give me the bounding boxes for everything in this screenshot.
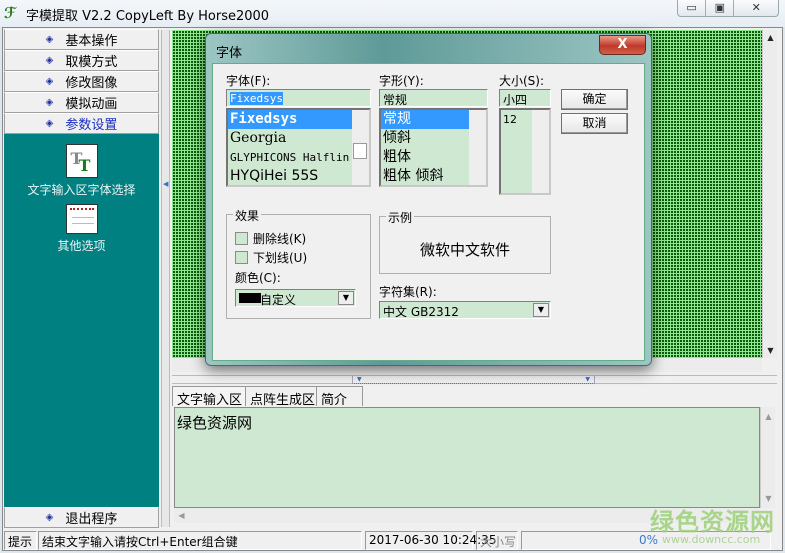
maximize-button[interactable]: ▣: [706, 0, 735, 16]
sidebar-item-label: 取模方式: [65, 55, 118, 70]
tab-dot-matrix[interactable]: 点阵生成区: [245, 386, 321, 408]
tab-text-input[interactable]: 文字输入区: [172, 386, 248, 408]
chevron-down-icon[interactable]: ▼: [338, 291, 354, 305]
dialog-title: 字体: [216, 46, 243, 61]
style-label: 字形(Y):: [379, 74, 424, 88]
canvas-vertical-scrollbar[interactable]: ▲ ▼: [762, 30, 777, 358]
diamond-icon: ◈: [45, 34, 54, 45]
app-icon: ℱ: [4, 4, 17, 22]
sample-group: 示例 微软中文软件: [379, 209, 551, 274]
window-title: 字模提取 V2.2 CopyLeft By Horse2000: [26, 9, 270, 24]
color-label: 颜色(C):: [235, 271, 281, 285]
status-caps: 大小写: [476, 531, 518, 550]
font-select-tool[interactable]: TT 文字输入区字体选择: [4, 144, 159, 198]
title-bar: ℱ 字模提取 V2.2 CopyLeft By Horse2000 ▭ ▣ ✕: [0, 0, 785, 27]
diamond-icon: ◈: [45, 55, 54, 66]
ok-button[interactable]: 确定: [561, 89, 628, 110]
tab-intro[interactable]: 简介: [316, 386, 363, 408]
diamond-icon: ◈: [45, 118, 54, 129]
font-input-value: Fixedsys: [230, 92, 283, 105]
text-input-area[interactable]: 绿色资源网: [174, 407, 760, 508]
status-hint-label: 提示: [4, 531, 37, 550]
sample-text: 微软中文软件: [419, 241, 510, 259]
charset-value: 中文 GB2312: [383, 305, 459, 319]
sidebar-item-label: 基本操作: [65, 34, 118, 49]
sidebar-item-settings[interactable]: ◈ 参数设置: [4, 113, 159, 134]
dialog-body: 字体(F): Fixedsys Fixedsys Georgia GLYPHIC…: [212, 63, 645, 361]
sidebar-item-label: 参数设置: [65, 118, 118, 133]
scroll-left-icon[interactable]: ◀: [174, 508, 189, 523]
sample-title: 示例: [386, 209, 415, 226]
vertical-splitter[interactable]: ◀: [161, 30, 170, 527]
text-vertical-scrollbar[interactable]: ▲ ▼: [760, 407, 775, 508]
chevron-down-icon[interactable]: ▼: [533, 303, 549, 317]
sidebar-item-animation[interactable]: ◈ 模拟动画: [4, 92, 159, 113]
splitter-handle[interactable]: ▼ ▼: [352, 376, 595, 384]
font-list[interactable]: Fixedsys Georgia GLYPHICONS Halflin HYQi…: [226, 108, 371, 187]
watermark-logo: 绿色资源网: [650, 508, 775, 536]
sidebar-item-edit-image[interactable]: ◈ 修改图像: [4, 71, 159, 92]
window-controls: ▭ ▣ ✕: [677, 0, 779, 17]
minimize-button[interactable]: ▭: [678, 0, 707, 16]
charset-select[interactable]: 中文 GB2312 ▼: [379, 301, 551, 319]
color-select[interactable]: 自定义 ▼: [235, 289, 356, 307]
horizontal-splitter[interactable]: ▼ ▼: [172, 375, 777, 384]
sidebar-item-label: 模拟动画: [65, 97, 118, 112]
effects-group: 效果 删除线(K) 下划线(U) 颜色(C): 自定义 ▼: [226, 207, 371, 319]
strikeout-label: 删除线(K): [253, 232, 307, 246]
strikeout-checkbox[interactable]: [235, 232, 248, 245]
charset-label: 字符集(R):: [379, 285, 437, 299]
settings-panel: TT 文字输入区字体选择 其他选项: [4, 134, 159, 507]
options-document-icon: [65, 204, 98, 234]
diamond-icon: ◈: [45, 76, 54, 87]
style-list[interactable]: 常规 倾斜 粗体 粗体 倾斜: [379, 108, 488, 187]
collapse-left-icon[interactable]: ◀: [163, 180, 168, 188]
color-value: 自定义: [260, 293, 297, 307]
size-label: 大小(S):: [499, 74, 545, 88]
cancel-button[interactable]: 取消: [561, 113, 628, 134]
diamond-icon: ◈: [45, 512, 54, 523]
dialog-close-button[interactable]: X: [599, 35, 646, 55]
sidebar-item-basic[interactable]: ◈ 基本操作: [4, 29, 159, 50]
sidebar-item-mode[interactable]: ◈ 取模方式: [4, 50, 159, 71]
scroll-up-icon[interactable]: ▲: [763, 30, 778, 45]
font-option[interactable]: HYQiHei 55S: [228, 167, 369, 185]
style-list-scrollbar[interactable]: [469, 110, 486, 185]
tool-label: 文字输入区字体选择: [27, 183, 136, 197]
font-label: 字体(F):: [226, 74, 271, 88]
font-input[interactable]: Fixedsys: [226, 89, 371, 107]
sidebar-item-label: 修改图像: [65, 76, 118, 91]
font-option[interactable]: Fixedsys: [228, 110, 369, 129]
size-input[interactable]: 小四: [499, 89, 551, 107]
exit-label: 退出程序: [65, 512, 118, 527]
watermark-url: www.downcc.com: [662, 533, 761, 546]
diamond-icon: ◈: [45, 97, 54, 108]
color-swatch: [239, 293, 261, 303]
font-dialog: 字体 X 字体(F): Fixedsys Fixedsys Georgia GL…: [205, 33, 652, 366]
tool-label: 其他选项: [57, 239, 106, 253]
close-button[interactable]: ✕: [734, 0, 778, 16]
size-list-scrollbar[interactable]: [532, 110, 549, 193]
effects-title: 效果: [233, 207, 262, 224]
font-option[interactable]: GLYPHICONS Halflin: [228, 148, 369, 167]
size-list[interactable]: 12: [499, 108, 551, 195]
font-list-scrollbar[interactable]: [352, 110, 369, 185]
scroll-up-icon[interactable]: ▲: [761, 409, 776, 424]
underline-label: 下划线(U): [253, 251, 308, 265]
status-datetime: 2017-06-30 10:24:35: [365, 531, 496, 550]
scroll-down-icon[interactable]: ▼: [763, 343, 778, 358]
underline-checkbox[interactable]: [235, 251, 248, 264]
other-options-tool[interactable]: 其他选项: [4, 204, 159, 254]
font-option[interactable]: Georgia: [228, 129, 369, 148]
exit-button[interactable]: ◈ 退出程序: [4, 507, 159, 528]
style-input[interactable]: 常规: [379, 89, 488, 107]
status-message: 结束文字输入请按Ctrl+Enter组合键: [38, 531, 362, 550]
font-tt-icon: TT: [65, 144, 98, 178]
